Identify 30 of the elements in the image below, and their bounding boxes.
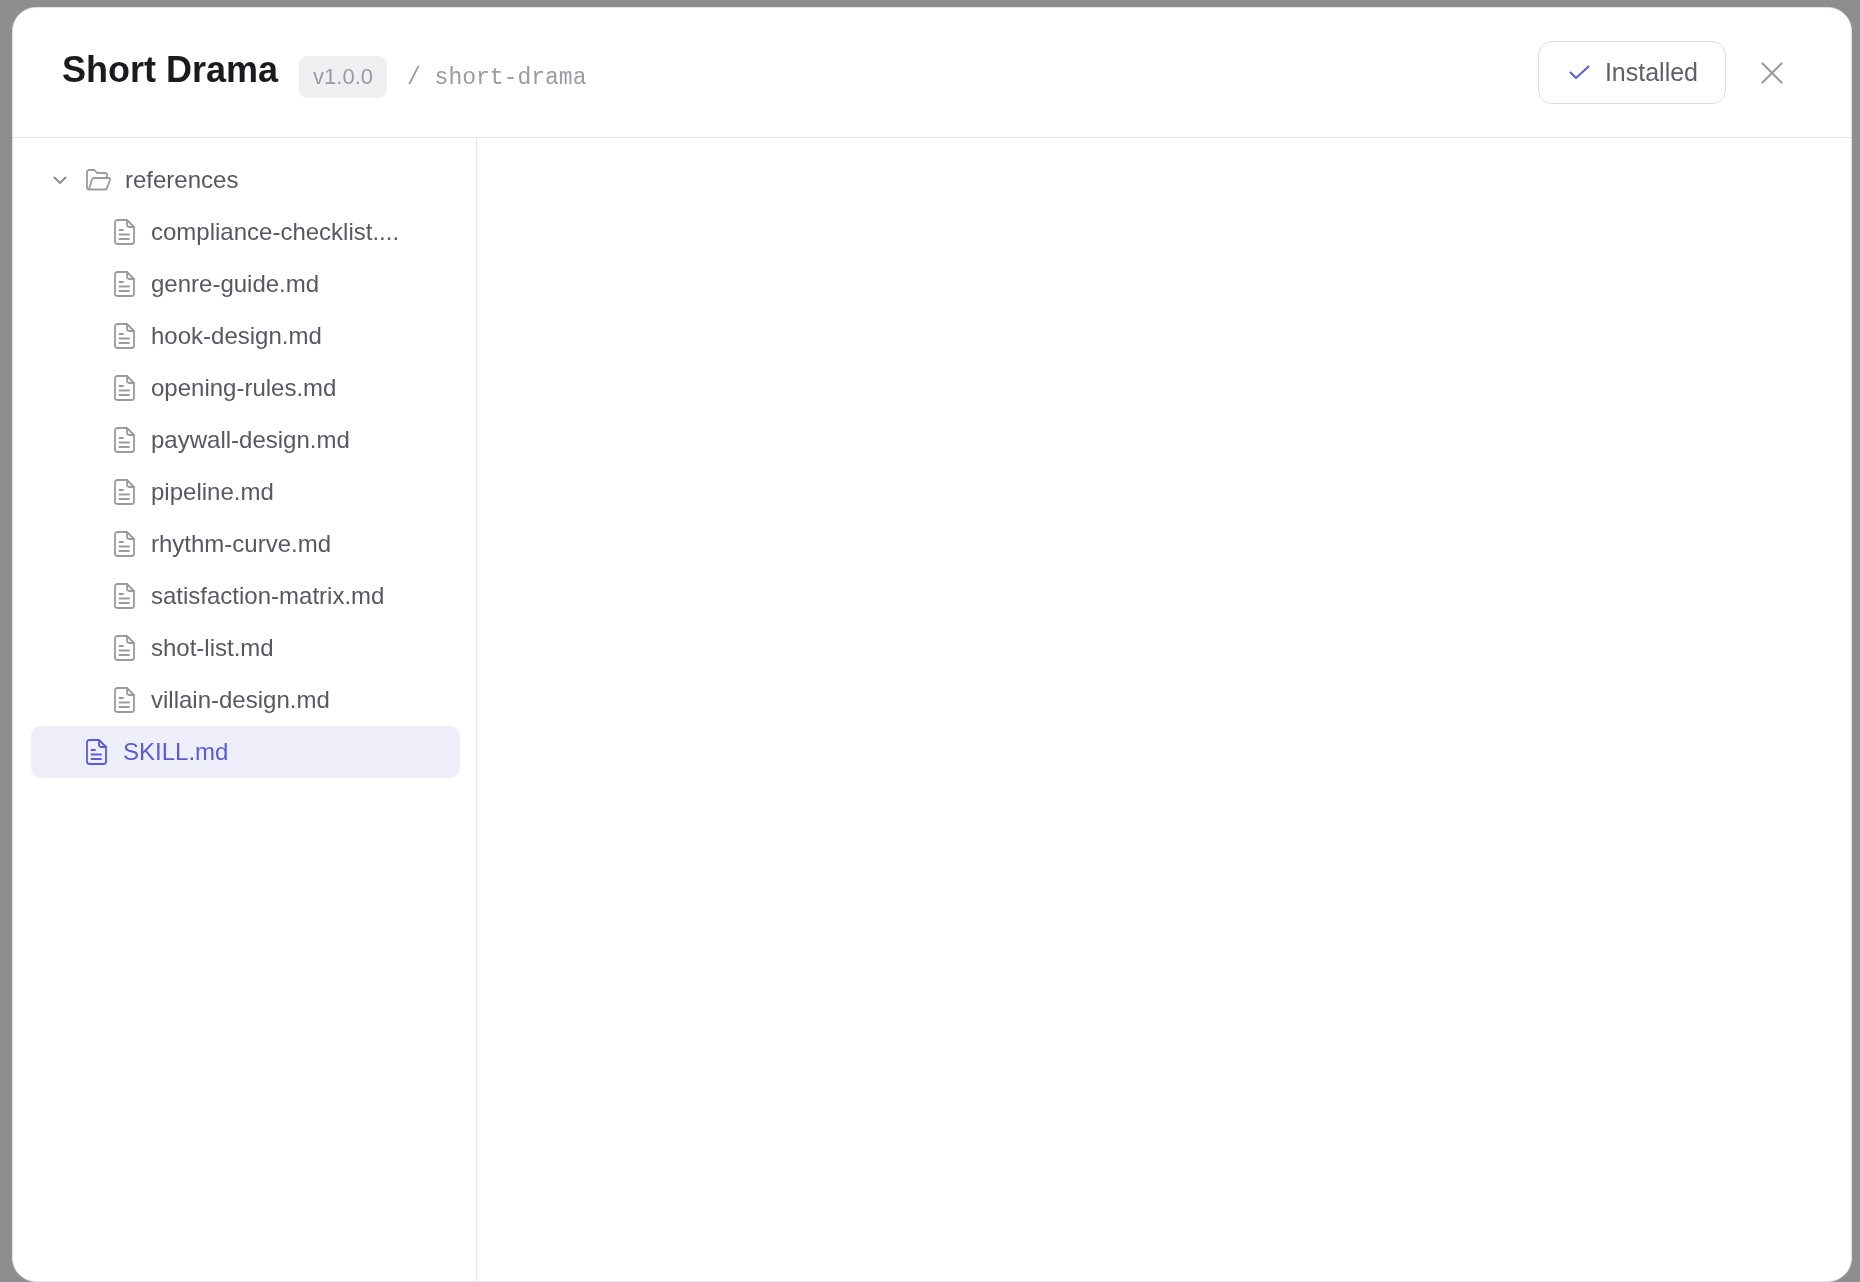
folder-icon [86,169,111,191]
folder-item[interactable]: references [31,154,460,206]
document-icon [114,427,135,453]
document-icon [114,635,135,661]
file-item[interactable]: hook-design.md [31,310,460,362]
file-item[interactable]: pipeline.md [31,466,460,518]
document-icon [114,219,135,245]
file-item[interactable]: SKILL.md [31,726,460,778]
document-icon [114,323,135,349]
close-icon [1761,61,1783,84]
document-icon [86,739,107,765]
document-icon [114,375,135,401]
installed-button[interactable]: Installed [1537,41,1726,104]
file-item[interactable]: opening-rules.md [31,362,460,414]
document-icon [114,687,135,713]
file-item[interactable]: shot-list.md [31,622,460,674]
document-icon [114,479,135,505]
check-icon [1568,65,1590,80]
document-icon [114,531,135,557]
document-icon [114,271,135,297]
version-tag: v1.0.0 [299,56,387,98]
file-item[interactable]: genre-guide.md [31,258,460,310]
file-item[interactable]: paywall-design.md [31,414,460,466]
dialog-title: Short Drama [62,49,279,91]
file-item[interactable]: compliance-checklist.... [31,206,460,258]
file-item[interactable]: satisfaction-matrix.md [31,570,460,622]
file-item[interactable]: villain-design.md [31,674,460,726]
document-icon [114,583,135,609]
skill-path: / short-drama [407,65,587,91]
file-item[interactable]: rhythm-curve.md [31,518,460,570]
